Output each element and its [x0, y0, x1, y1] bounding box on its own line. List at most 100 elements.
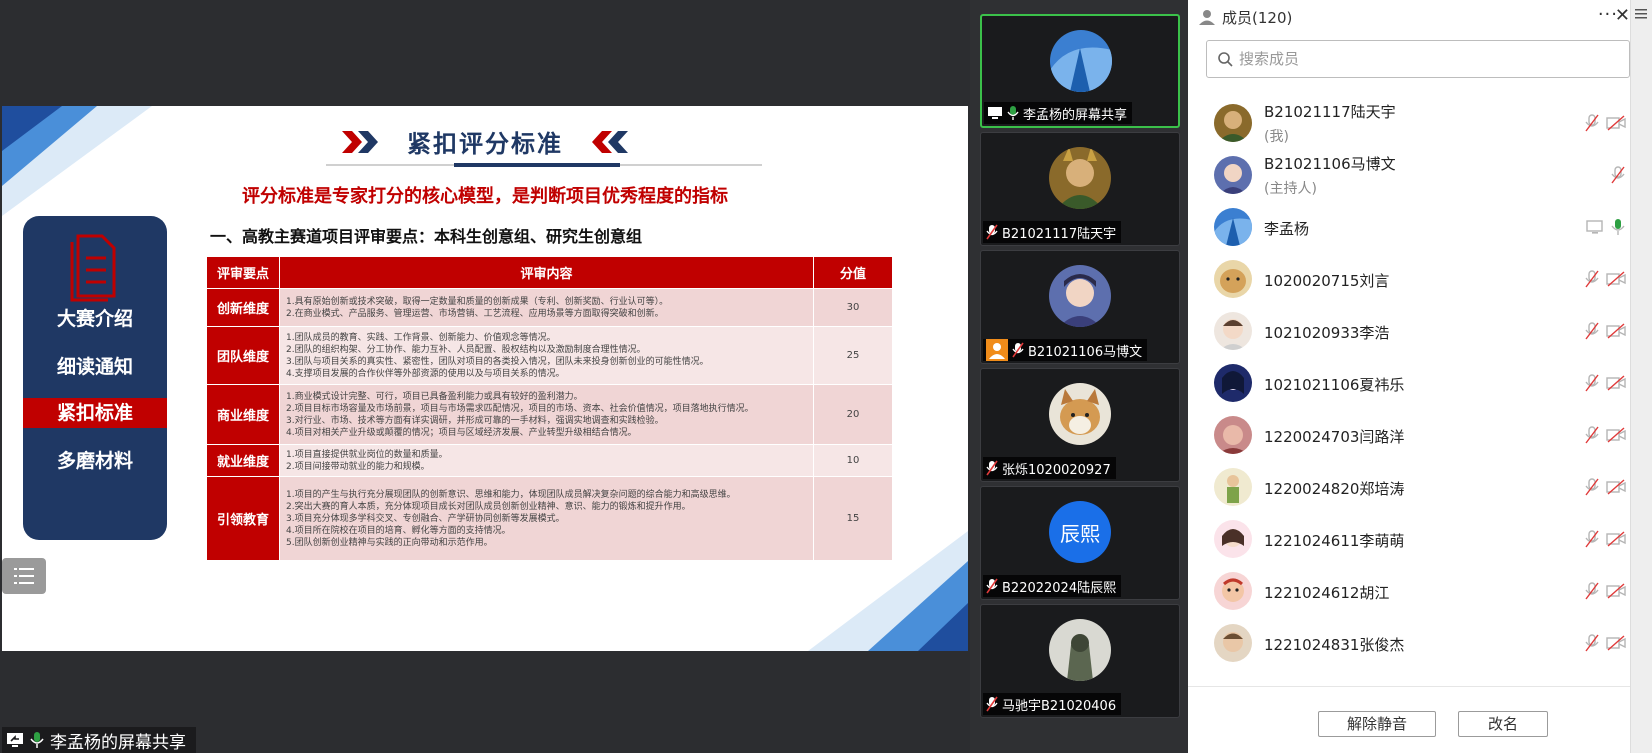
member-panel: 成员(120) ··· ✕ B21021117陆天宇 (我)	[1188, 0, 1652, 753]
row-content: 1.团队成员的教育、实践、工作背景、创新能力、价值观念等情况。 2.团队的组织构…	[279, 326, 814, 385]
list-item[interactable]: B21021117陆天宇 (我)	[1188, 96, 1630, 151]
video-tile[interactable]: B21021106马博文	[980, 250, 1180, 364]
user-badge-icon	[986, 339, 1008, 361]
tile-name-bar: B22022024陆辰熙	[983, 575, 1122, 597]
table-row: 团队维度 1.团队成员的教育、实践、工作背景、创新能力、价值观念等情况。 2.团…	[206, 326, 893, 385]
criteria-table: 评审要点 评审内容 分值 创新维度 1.具有原始创新或技术突破，取得一定数量和质…	[206, 256, 893, 561]
list-item[interactable]: 1021020933李浩	[1188, 304, 1630, 359]
camera-off-icon[interactable]	[1606, 115, 1626, 131]
tile-name-bar: B21021106马博文	[983, 339, 1148, 361]
member-role: (主持人)	[1264, 181, 1317, 197]
video-tile[interactable]: 李孟杨的屏幕共享	[980, 14, 1180, 128]
list-item[interactable]: 1221024611李萌萌	[1188, 512, 1630, 567]
avatar	[1049, 383, 1111, 445]
camera-off-icon[interactable]	[1606, 479, 1626, 495]
member-panel-footer: 解除静音 改名	[1188, 686, 1630, 753]
member-search-input[interactable]	[1239, 50, 1619, 68]
camera-off-icon[interactable]	[1606, 375, 1626, 391]
camera-off-icon[interactable]	[1606, 531, 1626, 547]
video-tile[interactable]: B21021117陆天宇	[980, 132, 1180, 246]
member-name: 李孟杨	[1264, 220, 1310, 238]
close-panel-button[interactable]: ✕	[1615, 5, 1630, 26]
row-dimension: 就业维度	[206, 444, 280, 477]
title-underline-accent	[454, 163, 620, 167]
member-status-icons	[1584, 530, 1626, 548]
mic-on-icon[interactable]	[1610, 218, 1626, 236]
screen-share-name: 李孟杨的屏幕共享	[50, 732, 186, 753]
member-list: B21021117陆天宇 (我) B21021106马博文 (主持人) 李孟杨	[1188, 96, 1630, 682]
member-panel-title: 成员(120)	[1222, 8, 1293, 27]
row-content: 1.项目的产生与执行充分展现团队的创新意识、思维和能力，体现团队成员解决复杂问题…	[279, 476, 814, 561]
mic-off-icon[interactable]	[1584, 582, 1600, 600]
video-tile-column: 李孟杨的屏幕共享 B21021117陆天宇 B21021106马博文 张烁102…	[970, 0, 1188, 753]
row-content: 1.具有原始创新或技术突破，取得一定数量和质量的创新成果（专利、创新奖励、行业认…	[279, 288, 814, 327]
slide-title-row: 紧扣评分标准	[2, 124, 968, 159]
mic-off-icon[interactable]	[1584, 478, 1600, 496]
mic-off-icon[interactable]	[1584, 426, 1600, 444]
mic-off-icon[interactable]	[1584, 634, 1600, 652]
slide-nav-panel: 大赛介绍 细读通知 紧扣标准 多磨材料	[23, 216, 167, 540]
slide-subtitle: 评分标准是专家打分的核心模型，是判断项目优秀程度的指标	[242, 186, 728, 207]
list-item[interactable]: 1220024820郑培涛	[1188, 460, 1630, 515]
table-header-row: 评审要点 评审内容 分值	[206, 256, 893, 289]
camera-off-icon[interactable]	[1606, 427, 1626, 443]
mic-off-icon[interactable]	[1584, 322, 1600, 340]
video-tile[interactable]: 张烁1020020927	[980, 368, 1180, 482]
avatar	[1049, 619, 1111, 681]
list-item[interactable]: 1220024703闫路洋	[1188, 408, 1630, 463]
unmute-button[interactable]: 解除静音	[1318, 711, 1436, 737]
content-line: 1.团队成员的教育、实践、工作背景、创新能力、价值观念等情况。	[286, 332, 556, 343]
content-line: 3.对行业、市场、技术等方面有详实调研，并形成可靠的一手材料，强调实地调查和实践…	[286, 415, 664, 426]
list-item[interactable]: 李孟杨	[1188, 200, 1630, 255]
camera-off-icon[interactable]	[1606, 583, 1626, 599]
member-search-box	[1206, 40, 1630, 78]
camera-off-icon[interactable]	[1606, 271, 1626, 287]
content-line: 2.突出大赛的育人本质，充分体现项目成长对团队成员创新创业精神、意识、能力的锻炼…	[286, 501, 691, 512]
avatar	[1214, 572, 1252, 610]
slide-menu-button[interactable]	[2, 558, 46, 594]
content-line: 5.团队创新创业精神与实践的正向带动和示范作用。	[286, 537, 493, 548]
camera-off-icon[interactable]	[1606, 635, 1626, 651]
mic-off-icon[interactable]	[1584, 374, 1600, 392]
content-line: 2.项目目标市场容量及市场前景，项目与市场需求匹配情况，项目的市场、资本、社会价…	[286, 403, 754, 414]
content-line: 4.项目所在院校在项目的培育、孵化等方面的支持情况。	[286, 525, 511, 536]
mic-off-icon	[986, 578, 998, 594]
shared-screen-stage: 紧扣评分标准 评分标准是专家打分的核心模型，是判断项目优秀程度的指标 大赛介绍	[0, 0, 970, 753]
content-line: 1.具有原始创新或技术突破，取得一定数量和质量的创新成果（专利、创新奖励、行业认…	[286, 296, 669, 307]
member-status-icons	[1610, 166, 1626, 184]
screen-share-icon	[988, 107, 1002, 119]
mic-on-icon	[30, 732, 44, 748]
list-item[interactable]: 1221024831张俊杰	[1188, 616, 1630, 671]
video-tile[interactable]: 马驰宇B21020406	[980, 604, 1180, 718]
tile-name-bar: B21021117陆天宇	[983, 221, 1122, 243]
mic-off-icon[interactable]	[1584, 270, 1600, 288]
mic-off-icon[interactable]	[1584, 530, 1600, 548]
list-item[interactable]: 1021021106夏祎乐	[1188, 356, 1630, 411]
camera-off-icon[interactable]	[1606, 323, 1626, 339]
tile-name-bar: 马驰宇B21020406	[983, 693, 1122, 715]
menu-icon[interactable]	[1635, 8, 1647, 20]
avatar	[1050, 30, 1112, 92]
table-row: 就业维度 1.项目直接提供就业岗位的数量和质量。 2.项目间接带动就业的能力和规…	[206, 444, 893, 477]
list-item[interactable]: 1221024612胡江	[1188, 564, 1630, 619]
member-name: 1220024820郑培涛	[1264, 480, 1405, 498]
presentation-slide: 紧扣评分标准 评分标准是专家打分的核心模型，是判断项目优秀程度的指标 大赛介绍	[2, 106, 968, 651]
content-line: 1.商业模式设计完整、可行，项目已具备盈利能力或具有较好的盈利潜力。	[286, 391, 583, 402]
avatar	[1214, 416, 1252, 454]
row-score: 10	[813, 444, 893, 477]
list-item[interactable]: 1020020715刘言	[1188, 252, 1630, 307]
mic-off-icon[interactable]	[1584, 114, 1600, 132]
tile-name: 马驰宇B21020406	[1002, 698, 1117, 714]
video-tile[interactable]: 辰熙 B22022024陆辰熙	[980, 486, 1180, 600]
rename-button[interactable]: 改名	[1458, 711, 1548, 737]
member-name: 1220024703闫路洋	[1264, 428, 1405, 446]
content-line: 4.支撑项目发展的合作伙伴等外部资源的使用以及与项目关系的情况。	[286, 368, 565, 379]
mic-off-icon[interactable]	[1610, 166, 1626, 184]
list-item[interactable]: B21021106马博文 (主持人)	[1188, 148, 1630, 203]
member-name: 1021021106夏祎乐	[1264, 376, 1405, 394]
member-name: B21021117陆天宇	[1264, 103, 1396, 121]
section-heading: 一、高教主赛道项目评审要点：本科生创意组、研究生创意组	[210, 227, 643, 246]
avatar-text: 辰熙	[1060, 521, 1100, 546]
screen-share-icon	[7, 733, 23, 747]
content-line: 3.项目充分体现多学科交叉、专创融合、产学研协同创新等发展模式。	[286, 513, 565, 524]
